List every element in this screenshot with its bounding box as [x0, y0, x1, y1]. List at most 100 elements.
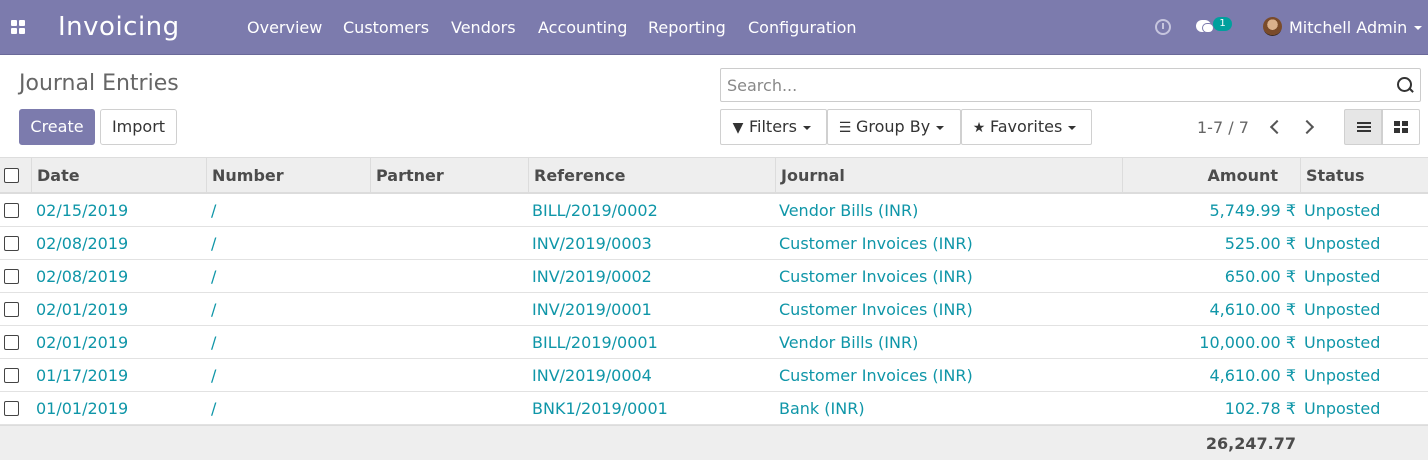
filter-icon: ▼ [732, 120, 744, 136]
star-icon: ★ [972, 120, 986, 136]
user-menu-caret-icon[interactable] [1414, 26, 1422, 30]
cell-number: / [211, 333, 217, 352]
cell-reference: BILL/2019/0002 [532, 201, 658, 220]
cell-amount: 102.78 ₹ [1224, 399, 1296, 418]
cell-reference: INV/2019/0001 [532, 300, 652, 319]
cell-journal: Customer Invoices (INR) [779, 234, 973, 253]
kanban-view-icon [1394, 121, 1408, 134]
column-header-partner[interactable]: Partner [370, 158, 528, 193]
page-title: Journal Entries [19, 71, 179, 96]
menu-vendors[interactable]: Vendors [451, 18, 516, 37]
cell-date: 02/08/2019 [36, 267, 129, 286]
table-row[interactable]: 02/08/2019 / INV/2019/0003 Customer Invo… [0, 227, 1428, 260]
pager-next-icon[interactable] [1301, 118, 1317, 136]
cell-status: Unposted [1304, 366, 1381, 385]
table-row[interactable]: 02/01/2019 / INV/2019/0001 Customer Invo… [0, 293, 1428, 326]
row-checkbox[interactable] [4, 269, 19, 284]
cell-reference: INV/2019/0003 [532, 234, 652, 253]
cell-amount: 5,749.99 ₹ [1209, 201, 1296, 220]
create-button[interactable]: Create [19, 109, 95, 145]
filters-button[interactable]: ▼ Filters [720, 109, 827, 145]
cell-partner [370, 227, 375, 260]
cell-partner [370, 260, 375, 293]
cell-number: / [211, 366, 217, 385]
chat-count-badge: 1 [1213, 17, 1232, 31]
search-icon[interactable] [1397, 77, 1414, 94]
cell-journal: Bank (INR) [779, 399, 865, 418]
list-view-icon [1357, 122, 1371, 133]
cell-date: 01/01/2019 [36, 399, 129, 418]
cell-amount: 4,610.00 ₹ [1209, 366, 1296, 385]
cell-reference: BNK1/2019/0001 [532, 399, 668, 418]
cell-reference: BILL/2019/0001 [532, 333, 658, 352]
cell-journal: Customer Invoices (INR) [779, 267, 973, 286]
groupby-button[interactable]: ☰ Group By [827, 109, 961, 145]
cell-status: Unposted [1304, 201, 1381, 220]
cell-reference: INV/2019/0004 [532, 366, 652, 385]
column-header-amount[interactable]: Amount [1122, 158, 1300, 193]
table-row[interactable]: 02/08/2019 / INV/2019/0002 Customer Invo… [0, 260, 1428, 293]
table-row[interactable]: 02/15/2019 / BILL/2019/0002 Vendor Bills… [0, 194, 1428, 227]
favorites-caret-icon [1068, 125, 1077, 130]
cell-reference: INV/2019/0002 [532, 267, 652, 286]
cell-amount: 4,610.00 ₹ [1209, 300, 1296, 319]
cell-date: 02/01/2019 [36, 333, 129, 352]
menu-overview[interactable]: Overview [247, 18, 322, 37]
column-header-reference[interactable]: Reference [528, 158, 775, 193]
cell-number: / [211, 399, 217, 418]
table-row[interactable]: 01/01/2019 / BNK1/2019/0001 Bank (INR) 1… [0, 392, 1428, 425]
cell-partner [370, 194, 375, 227]
menu-customers[interactable]: Customers [343, 18, 429, 37]
activity-clock-icon[interactable] [1155, 19, 1171, 35]
cell-number: / [211, 201, 217, 220]
cell-date: 02/15/2019 [36, 201, 129, 220]
table-row[interactable]: 02/01/2019 / BILL/2019/0001 Vendor Bills… [0, 326, 1428, 359]
kanban-view-button[interactable] [1382, 109, 1420, 145]
cell-date: 01/17/2019 [36, 366, 129, 385]
user-menu[interactable]: Mitchell Admin [1289, 18, 1407, 37]
pager-previous-icon[interactable] [1267, 118, 1283, 136]
import-button[interactable]: Import [100, 109, 177, 145]
row-checkbox[interactable] [4, 401, 19, 416]
table-row[interactable]: 01/17/2019 / INV/2019/0004 Customer Invo… [0, 359, 1428, 392]
cell-number: / [211, 234, 217, 253]
cell-amount: 10,000.00 ₹ [1199, 333, 1296, 352]
favorites-button[interactable]: ★ Favorites [961, 109, 1092, 145]
pager-value[interactable]: 1-7 / 7 [1197, 118, 1249, 137]
table-header: Date Number Partner Reference Journal Am… [0, 157, 1428, 194]
cell-date: 02/08/2019 [36, 234, 129, 253]
groupby-bars-icon: ☰ [838, 120, 852, 136]
cell-status: Unposted [1304, 300, 1381, 319]
row-checkbox[interactable] [4, 368, 19, 383]
column-header-number[interactable]: Number [206, 158, 370, 193]
cell-number: / [211, 267, 217, 286]
list-view-button[interactable] [1344, 109, 1382, 145]
row-checkbox[interactable] [4, 236, 19, 251]
cell-number: / [211, 300, 217, 319]
filters-caret-icon [802, 125, 811, 130]
cell-partner [370, 359, 375, 392]
column-header-journal[interactable]: Journal [775, 158, 1122, 193]
row-checkbox[interactable] [4, 335, 19, 350]
column-header-status[interactable]: Status [1300, 158, 1428, 193]
user-avatar[interactable] [1263, 17, 1282, 36]
menu-accounting[interactable]: Accounting [538, 18, 627, 37]
row-checkbox[interactable] [4, 302, 19, 317]
cell-journal: Customer Invoices (INR) [779, 300, 973, 319]
groupby-caret-icon [936, 125, 945, 130]
row-checkbox[interactable] [4, 203, 19, 218]
favorites-label: Favorites [990, 117, 1063, 136]
menu-configuration[interactable]: Configuration [748, 18, 857, 37]
app-title[interactable]: Invoicing [58, 12, 180, 42]
cell-partner [370, 326, 375, 359]
column-header-date[interactable]: Date [31, 158, 206, 193]
search-input[interactable] [727, 73, 1387, 97]
apps-menu-icon[interactable] [11, 20, 27, 36]
cell-status: Unposted [1304, 333, 1381, 352]
top-navbar: Invoicing Overview Customers Vendors Acc… [0, 0, 1428, 55]
cell-status: Unposted [1304, 234, 1381, 253]
cell-partner [370, 293, 375, 326]
total-amount: 26,247.77 [1205, 434, 1296, 453]
select-all-checkbox[interactable] [4, 168, 19, 183]
menu-reporting[interactable]: Reporting [648, 18, 726, 37]
